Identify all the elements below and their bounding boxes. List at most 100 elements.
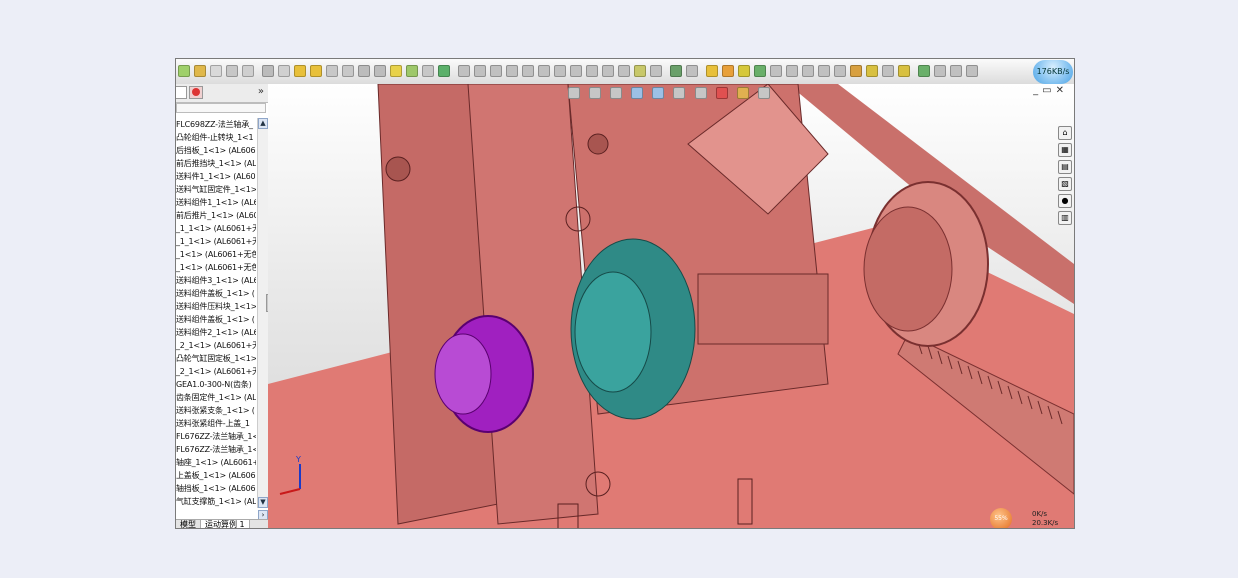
tree-item[interactable]: FL676ZZ-法兰轴承_1< (176, 443, 256, 456)
restore-icon[interactable]: ▭ (1042, 85, 1055, 96)
new-icon[interactable] (178, 65, 190, 77)
motion-icon[interactable] (770, 65, 782, 77)
tree-item[interactable]: FLC698ZZ-法兰轴承_ (176, 118, 256, 131)
linear-pattern-icon[interactable] (326, 65, 338, 77)
tab-motion-study[interactable]: 运动算例 1 (201, 520, 250, 528)
assembly-features-icon[interactable] (390, 65, 402, 77)
close-icon[interactable]: ✕ (1056, 85, 1068, 96)
display-style-hu-icon[interactable] (673, 87, 686, 99)
circuitworks-icon[interactable] (802, 65, 814, 77)
tree-item[interactable]: GEA1.0-300-N(齿条) (176, 378, 256, 391)
mate-icon[interactable] (310, 65, 322, 77)
simulation-icon[interactable] (738, 65, 750, 77)
tree-item[interactable]: 送料组件1_1<1> (AL6 (176, 196, 256, 209)
mass-properties-icon[interactable] (554, 65, 566, 77)
help-icon[interactable] (950, 65, 962, 77)
tree-item[interactable]: 送料件1_1<1> (AL606 (176, 170, 256, 183)
tree-item[interactable]: _1_1<1> (AL6061+无 (176, 222, 256, 235)
sheet-metal-icon[interactable] (866, 65, 878, 77)
move-component-icon[interactable] (358, 65, 370, 77)
tree-item[interactable]: 前后推挡块_1<1> (AL (176, 157, 256, 170)
zoom-fit-icon[interactable] (568, 87, 580, 99)
scanto3d-icon[interactable] (834, 65, 846, 77)
weldments-icon[interactable] (850, 65, 862, 77)
tree-item[interactable]: _2_1<1> (AL6061+无 (176, 339, 256, 352)
resources-icon[interactable]: ⌂ (1058, 126, 1072, 140)
hide-items-icon[interactable] (694, 87, 707, 99)
sketch-icon[interactable] (670, 65, 682, 77)
tree-item[interactable]: 轴挡板_1<1> (AL6061 (176, 482, 256, 495)
tree-item[interactable]: 送料组件压料块_1<1> (176, 300, 256, 313)
design-library-icon[interactable]: ▦ (1058, 143, 1072, 157)
interference-icon[interactable] (490, 65, 502, 77)
zoom-area-icon[interactable] (589, 87, 602, 99)
new-motion-study-icon[interactable] (422, 65, 434, 77)
panel-expand-icon[interactable]: » (258, 86, 264, 97)
hide-show-icon[interactable] (602, 65, 614, 77)
tree-item[interactable]: 送料组件盖板_1<1> ( (176, 313, 256, 326)
view-orientation-icon[interactable] (652, 87, 665, 99)
minimize-icon[interactable]: _ (1033, 85, 1042, 96)
exploded-view-icon[interactable] (458, 65, 470, 77)
photoview-icon[interactable] (754, 65, 766, 77)
tree-item[interactable]: FL676ZZ-法兰轴承_1< (176, 430, 256, 443)
display-style-icon[interactable] (586, 65, 598, 77)
options-icon[interactable] (918, 65, 930, 77)
reference-geometry-icon[interactable] (406, 65, 418, 77)
design-checker-icon[interactable] (818, 65, 830, 77)
select-icon[interactable] (262, 65, 274, 77)
apply-scene-icon[interactable] (736, 87, 749, 99)
tree-item[interactable]: 送料张紧支条_1<1> ( (176, 404, 256, 417)
customize-icon[interactable] (934, 65, 946, 77)
tree-item[interactable]: 气缸支撑筋_1<1> (AL (176, 495, 256, 508)
view-palette-icon[interactable]: ▧ (1058, 177, 1072, 191)
tree-item[interactable]: 送料组件2_1<1> (AL6 (176, 326, 256, 339)
bill-of-materials-icon[interactable] (438, 65, 450, 77)
tree-item[interactable]: 送料张紧组件-上盖_1 (176, 417, 256, 430)
tree-item[interactable]: 齿条固定件_1<1> (AL (176, 391, 256, 404)
save-icon[interactable] (210, 65, 222, 77)
tree-scrollbar[interactable]: ▲ ▼ (257, 118, 268, 508)
custom-properties-icon[interactable]: ▥ (1058, 211, 1072, 225)
scroll-down-icon[interactable]: ▼ (258, 497, 268, 508)
tree-item[interactable]: _1<1> (AL6061+无色 (176, 261, 256, 274)
tree-item[interactable]: 上盖板_1<1> (AL6061 (176, 469, 256, 482)
mold-tools-icon[interactable] (882, 65, 894, 77)
tree-item[interactable]: 送料组件盖板_1<1> ( (176, 287, 256, 300)
print-icon[interactable] (226, 65, 238, 77)
file-explorer-icon[interactable]: ▤ (1058, 160, 1072, 174)
tree-item[interactable]: _2_1<1> (AL6061+无 (176, 365, 256, 378)
tab-display-manager[interactable] (189, 86, 203, 99)
open-icon[interactable] (194, 65, 206, 77)
tree-item[interactable]: _1<1> (AL6061+无色 (176, 248, 256, 261)
show-hidden-icon[interactable] (374, 65, 386, 77)
tree-item[interactable]: 轴座_1<1> (AL6061+无 (176, 456, 256, 469)
tree-filter-field[interactable] (176, 103, 266, 113)
measure-icon[interactable] (538, 65, 550, 77)
tree-item[interactable]: 凸轮组件-止转块_1<1 (176, 131, 256, 144)
tolanalyst-icon[interactable] (786, 65, 798, 77)
view-settings-hu-icon[interactable] (757, 87, 770, 99)
toolbox-icon[interactable] (706, 65, 718, 77)
undo-icon[interactable] (242, 65, 254, 77)
tab-model[interactable]: 模型 (176, 520, 201, 528)
section-view-icon[interactable] (570, 65, 582, 77)
view-settings-icon[interactable] (650, 65, 662, 77)
edit-appearance-icon[interactable] (715, 87, 728, 99)
clearance-icon[interactable] (506, 65, 518, 77)
section-view-hu-icon[interactable] (631, 87, 644, 99)
tree-item[interactable]: 前后推片_1<1> (AL60 (176, 209, 256, 222)
previous-view-icon[interactable] (610, 87, 623, 99)
surfaces-icon[interactable] (898, 65, 910, 77)
dropdown-icon[interactable] (686, 65, 698, 77)
tree-item[interactable]: 凸轮气缸固定板_1<1> (176, 352, 256, 365)
appearance-icon[interactable] (618, 65, 630, 77)
tree-item[interactable]: _1_1<1> (AL6061+无 (176, 235, 256, 248)
tree-item[interactable]: 后挡板_1<1> (AL6061 (176, 144, 256, 157)
smart-fasteners-icon[interactable] (342, 65, 354, 77)
addins-icon[interactable] (966, 65, 978, 77)
appearances-icon[interactable]: ● (1058, 194, 1072, 208)
hole-alignment-icon[interactable] (522, 65, 534, 77)
explode-line-icon[interactable] (474, 65, 486, 77)
tree-item[interactable]: 送料组件3_1<1> (AL6 (176, 274, 256, 287)
